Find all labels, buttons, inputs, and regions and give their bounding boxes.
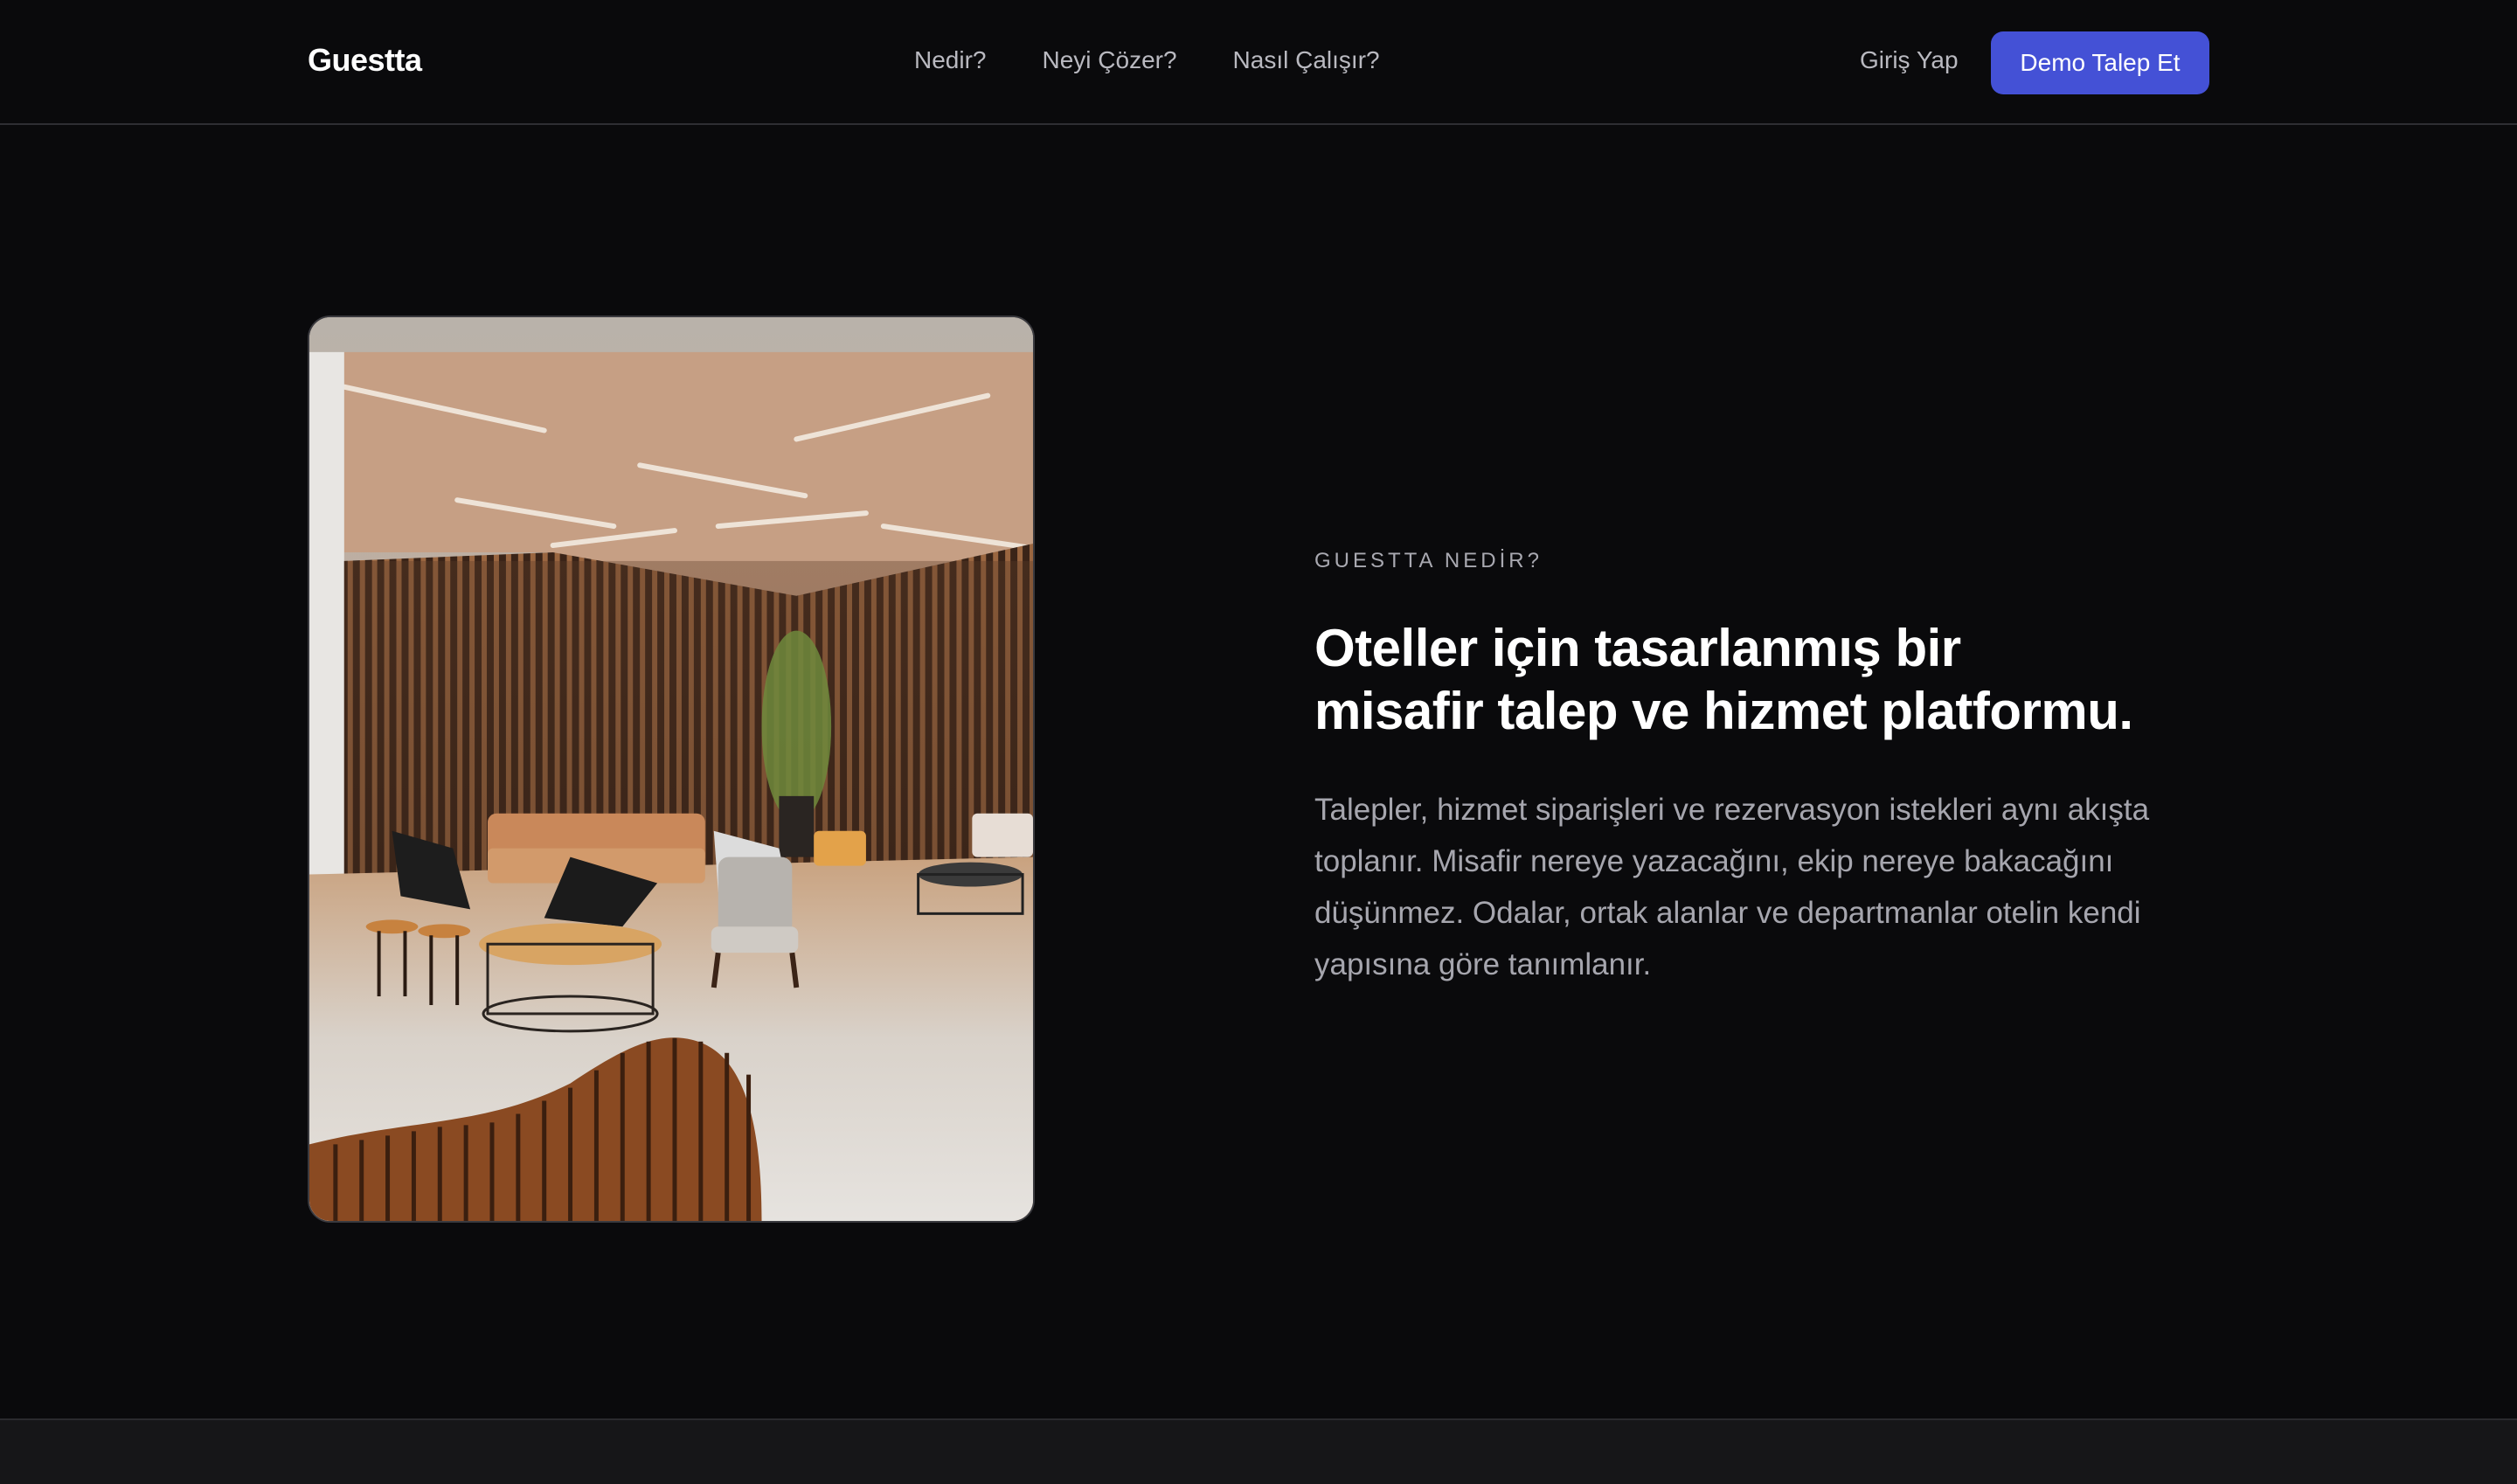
section-headline: Oteller için tasarlanmış bir misafir tal… [1314,617,2276,743]
main-nav: Nedir? Neyi Çözer? Nasıl Çalışır? [914,46,1380,74]
section-description: Talepler, hizmet siparişleri ve rezervas… [1314,793,2150,981]
next-section-edge [0,1418,2517,1484]
nav-link-neyi-cozer[interactable]: Neyi Çözer? [1042,46,1176,74]
hotel-lobby-image [308,316,1035,1223]
login-link[interactable]: Giriş Yap [1860,46,1959,74]
section-eyebrow: GUESTTA NEDİR? [1314,549,1543,572]
headline-line-1: Oteller için tasarlanmış bir [1314,619,1961,677]
headline-line-2: misafir talep ve hizmet platformu. [1314,682,2133,740]
top-navigation-bar: Guestta Nedir? Neyi Çözer? Nasıl Çalışır… [0,0,2517,125]
guestta-logo[interactable]: Guestta [308,42,422,79]
nav-link-nedir[interactable]: Nedir? [914,46,986,74]
demo-request-button[interactable]: Demo Talep Et [1991,31,2209,94]
nav-link-nasil-calisir[interactable]: Nasıl Çalışır? [1233,46,1380,74]
